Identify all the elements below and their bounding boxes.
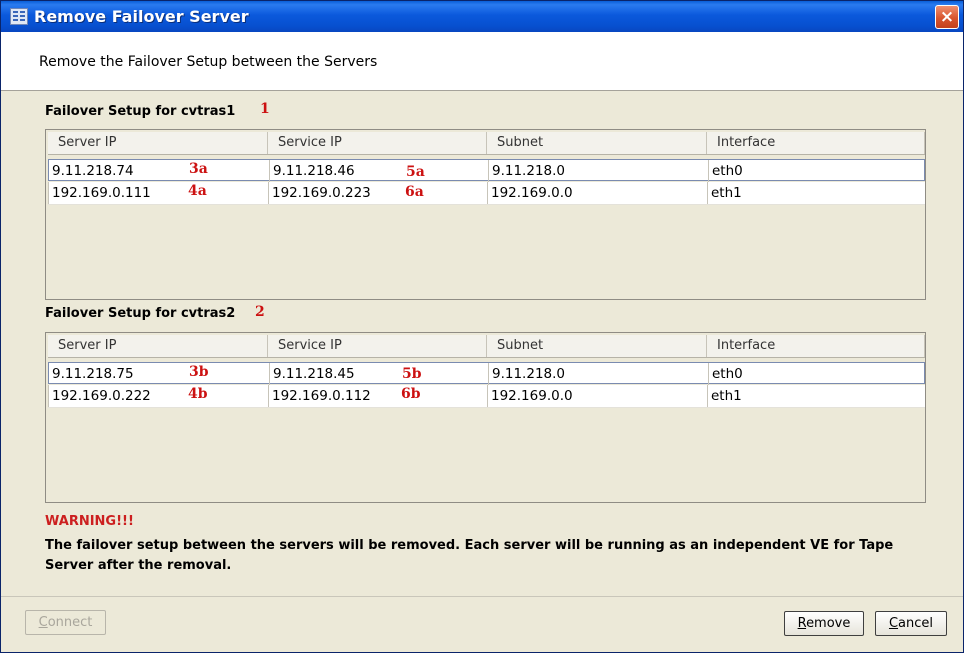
row-marker: 6b <box>401 386 421 402</box>
row-marker: 4a <box>188 183 207 199</box>
cell-subnet: 9.11.218.0 <box>488 160 708 182</box>
connect-button[interactable]: Connect <box>25 610 106 635</box>
row-marker: 3a <box>189 161 208 177</box>
remove-mnemonic: R <box>797 616 807 631</box>
cell-service-ip: 192.169.0.112 <box>268 385 487 407</box>
app-icon <box>10 8 28 25</box>
button-bar-divider <box>1 596 963 597</box>
section-marker: 2 <box>255 304 265 320</box>
header-panel: Remove the Failover Setup between the Se… <box>1 32 963 91</box>
cell-interface: eth0 <box>708 363 926 385</box>
cell-interface: eth0 <box>708 160 926 182</box>
row-marker: 5a <box>406 164 425 180</box>
row-marker: 5b <box>402 366 422 382</box>
connect-label: onnect <box>47 615 93 630</box>
column-header-server-ip[interactable]: Server IP <box>48 132 268 154</box>
cell-service-ip: 9.11.218.46 <box>269 160 488 182</box>
table-row[interactable]: 192.169.0.222 4b 192.169.0.112 6b 192.16… <box>48 385 925 408</box>
cancel-label: ancel <box>898 616 934 631</box>
header-description: Remove the Failover Setup between the Se… <box>39 54 378 70</box>
cancel-button[interactable]: Cancel <box>875 611 947 636</box>
column-header-interface[interactable]: Interface <box>707 132 925 154</box>
column-header-service-ip[interactable]: Service IP <box>268 132 487 154</box>
cancel-mnemonic: C <box>888 616 899 631</box>
warning-message: The failover setup between the servers w… <box>45 538 894 573</box>
connect-mnemonic: C <box>38 615 48 630</box>
remove-button[interactable]: Remove <box>784 611 864 636</box>
cell-server-ip: 9.11.218.75 <box>52 366 134 382</box>
table-header: Server IP Service IP Subnet Interface <box>48 335 925 358</box>
table-row[interactable]: 192.169.0.111 4a 192.169.0.223 6a 192.16… <box>48 182 925 205</box>
table-row[interactable]: 9.11.218.74 3a 9.11.218.46 5a 9.11.218.0… <box>48 159 926 182</box>
cell-server-ip: 192.169.0.222 <box>48 385 268 407</box>
cell-server-ip: 192.169.0.111 <box>48 182 268 204</box>
cell-server-ip: 9.11.218.74 <box>52 163 134 179</box>
row-marker: 3b <box>189 364 209 380</box>
remove-failover-dialog: Remove Failover Server × Remove the Fail… <box>0 0 964 653</box>
column-header-interface[interactable]: Interface <box>707 335 925 357</box>
title-bar[interactable]: Remove Failover Server × <box>1 1 963 32</box>
warning-title: WARNING!!! <box>45 514 134 529</box>
row-marker: 6a <box>405 184 424 200</box>
column-header-subnet[interactable]: Subnet <box>487 132 707 154</box>
window-title: Remove Failover Server <box>34 7 249 26</box>
cell-interface: eth1 <box>707 385 925 407</box>
cell-subnet: 9.11.218.0 <box>488 363 708 385</box>
table-header: Server IP Service IP Subnet Interface <box>48 132 925 155</box>
row-marker: 4b <box>188 386 208 402</box>
cell-service-ip: 192.169.0.223 <box>268 182 487 204</box>
cell-subnet: 192.169.0.0 <box>487 182 707 204</box>
table-row[interactable]: 9.11.218.75 3b 9.11.218.45 5b 9.11.218.0… <box>48 362 926 385</box>
remove-label: emove <box>806 616 851 631</box>
cell-interface: eth1 <box>707 182 925 204</box>
close-icon: × <box>939 7 955 27</box>
section-title-cvtras2: Failover Setup for cvtras2 <box>45 306 236 321</box>
column-header-service-ip[interactable]: Service IP <box>268 335 487 357</box>
section-title-cvtras1: Failover Setup for cvtras1 <box>45 104 236 119</box>
column-header-server-ip[interactable]: Server IP <box>48 335 268 357</box>
cell-service-ip: 9.11.218.45 <box>269 363 488 385</box>
failover-table-cvtras1[interactable]: Server IP Service IP Subnet Interface 9.… <box>45 129 926 300</box>
section-marker: 1 <box>260 101 270 117</box>
close-button[interactable]: × <box>935 5 959 29</box>
failover-table-cvtras2[interactable]: Server IP Service IP Subnet Interface 9.… <box>45 332 926 503</box>
cell-subnet: 192.169.0.0 <box>487 385 707 407</box>
column-header-subnet[interactable]: Subnet <box>487 335 707 357</box>
